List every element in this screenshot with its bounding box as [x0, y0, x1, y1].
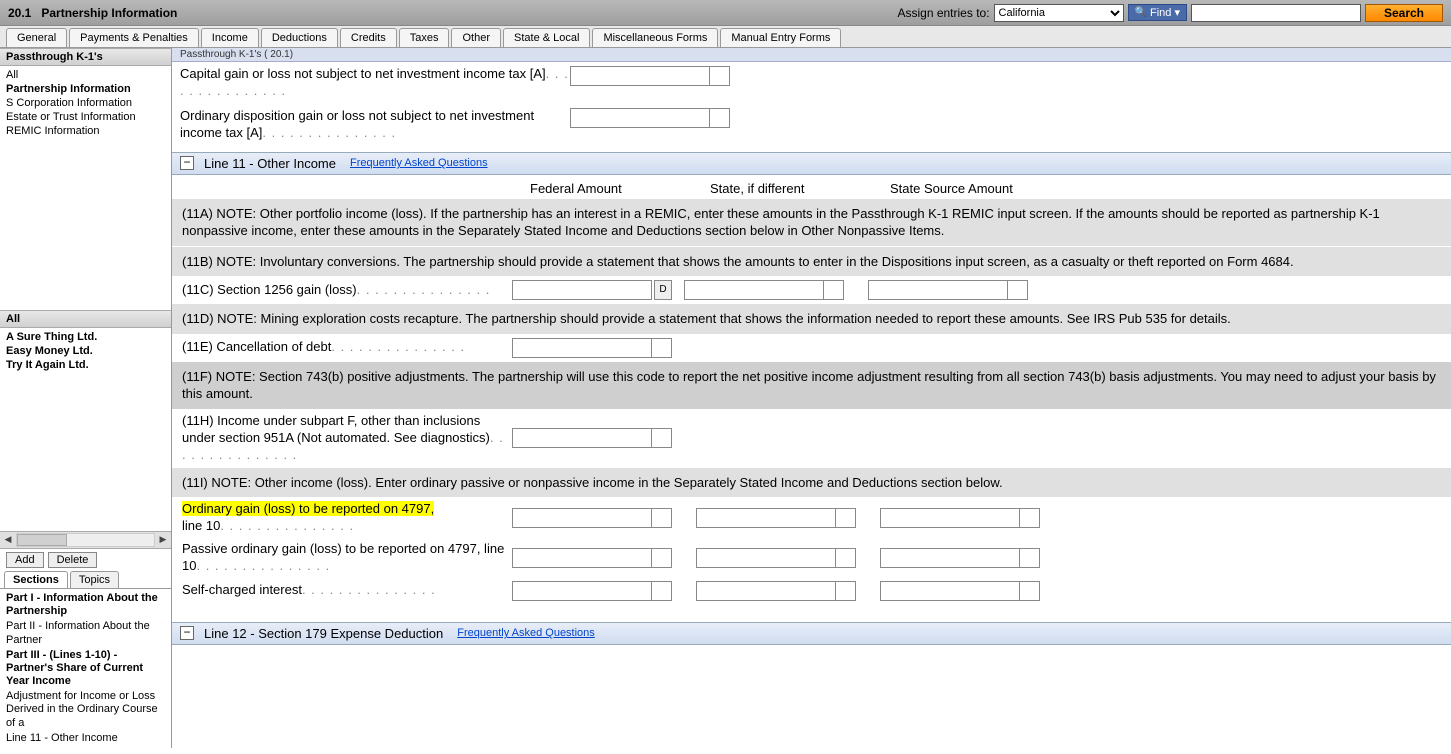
scrollbar-thumb[interactable]: [17, 534, 67, 546]
sec-part3[interactable]: Part III - (Lines 1-10) - Partner's Shar…: [4, 648, 167, 690]
mtab-sections[interactable]: Sections: [4, 571, 68, 588]
col-state-source: State Source Amount: [890, 181, 1070, 196]
sidebar-k1-list: All Partnership Information S Corporatio…: [0, 66, 171, 140]
highlighted-label: Ordinary gain (loss) to be reported on 4…: [182, 501, 434, 516]
sidebar-entities-list: A Sure Thing Ltd. Easy Money Ltd. Try It…: [0, 328, 171, 374]
column-headers: Federal Amount State, if different State…: [172, 175, 1451, 198]
chevron-left-icon[interactable]: ◀: [0, 534, 16, 545]
note-11b: (11B) NOTE: Involuntary conversions. The…: [172, 247, 1451, 277]
section-line12-header: − Line 12 - Section 179 Expense Deductio…: [172, 622, 1451, 645]
sidebar-item-partnership[interactable]: Partnership Information: [0, 82, 171, 96]
col-state-diff: State, if different: [710, 181, 890, 196]
note-11a: (11A) NOTE: Other portfolio income (loss…: [172, 199, 1451, 246]
sidebar-entity[interactable]: A Sure Thing Ltd.: [0, 330, 171, 344]
chevron-right-icon[interactable]: ▶: [155, 534, 171, 545]
tab-credits[interactable]: Credits: [340, 28, 397, 47]
search-input[interactable]: [1191, 4, 1361, 22]
find-button[interactable]: 🔍 Find ▾: [1128, 4, 1187, 21]
input-11e-fed[interactable]: [512, 338, 652, 358]
mtab-topics[interactable]: Topics: [70, 571, 119, 588]
input-ordgain-state[interactable]: [696, 508, 836, 528]
collapse-icon[interactable]: −: [180, 626, 194, 640]
input-passive-fed[interactable]: [512, 548, 652, 568]
input-ord-disp-aux[interactable]: [710, 108, 730, 128]
detail-button-icon[interactable]: D: [654, 280, 672, 300]
tab-income[interactable]: Income: [201, 28, 259, 47]
input-cap-gain-aux[interactable]: [710, 66, 730, 86]
note-11d: (11D) NOTE: Mining exploration costs rec…: [172, 304, 1451, 334]
input-selfcharged-state[interactable]: [696, 581, 836, 601]
delete-button[interactable]: Delete: [48, 552, 98, 568]
tab-manual-entry[interactable]: Manual Entry Forms: [720, 28, 841, 47]
section-line11-header: − Line 11 - Other Income Frequently Aske…: [172, 152, 1451, 175]
row-11h: (11H) Income under subpart F, other than…: [172, 410, 1451, 467]
add-button[interactable]: Add: [6, 552, 44, 568]
sidebar-header-k1: Passthrough K-1's: [0, 48, 171, 66]
assign-label: Assign entries to:: [897, 6, 989, 20]
search-icon: 🔍: [1135, 7, 1147, 18]
row-ord-disp: Ordinary disposition gain or loss not su…: [172, 104, 1451, 146]
screen-code: 20.1: [8, 6, 31, 20]
input-ordgain-fed[interactable]: [512, 508, 652, 528]
col-federal: Federal Amount: [530, 181, 710, 196]
row-self-charged: Self-charged interest: [172, 578, 1451, 604]
sidebar-scroll[interactable]: ◀ ▶: [0, 531, 171, 549]
sidebar-item-estate-trust[interactable]: Estate or Trust Information: [0, 110, 171, 124]
sec-part2[interactable]: Part II - Information About the Partner: [4, 619, 167, 647]
input-passive-source[interactable]: [880, 548, 1020, 568]
row-11e: (11E) Cancellation of debt: [172, 335, 1451, 361]
sec-adjustment[interactable]: Adjustment for Income or Loss Derived in…: [4, 689, 167, 731]
input-passive-state[interactable]: [696, 548, 836, 568]
row-11c: (11C) Section 1256 gain (loss) D: [172, 277, 1451, 303]
note-11f: (11F) NOTE: Section 743(b) positive adju…: [172, 362, 1451, 409]
title-bar: 20.1 Partnership Information Assign entr…: [0, 0, 1451, 26]
section-title: Line 11 - Other Income: [204, 156, 336, 171]
tab-state-local[interactable]: State & Local: [503, 28, 590, 47]
tab-deductions[interactable]: Deductions: [261, 28, 338, 47]
sec-line11[interactable]: Line 11 - Other Income: [4, 731, 167, 746]
sidebar-entity[interactable]: Easy Money Ltd.: [0, 344, 171, 358]
input-11h-fed[interactable]: [512, 428, 652, 448]
section-title: Line 12 - Section 179 Expense Deduction: [204, 626, 443, 641]
row-passive-ord-gain: Passive ordinary gain (loss) to be repor…: [172, 538, 1451, 578]
sidebar-item-scorp[interactable]: S Corporation Information: [0, 96, 171, 110]
tab-general[interactable]: General: [6, 28, 67, 47]
tab-other[interactable]: Other: [451, 28, 501, 47]
sidebar-mini-tabs: Sections Topics: [0, 571, 171, 589]
tab-misc-forms[interactable]: Miscellaneous Forms: [592, 28, 718, 47]
sidebar-entity[interactable]: Try It Again Ltd.: [0, 358, 171, 372]
collapse-icon[interactable]: −: [180, 156, 194, 170]
sidebar-item-all[interactable]: All: [0, 68, 171, 82]
row-cap-gain: Capital gain or loss not subject to net …: [172, 62, 1451, 104]
sec-part1[interactable]: Part I - Information About the Partnersh…: [4, 591, 167, 619]
faq-link[interactable]: Frequently Asked Questions: [457, 627, 595, 639]
assign-select[interactable]: California: [994, 4, 1124, 22]
sections-list: Part I - Information About the Partnersh…: [0, 589, 171, 748]
input-11c-fed[interactable]: [512, 280, 652, 300]
screen-title: Partnership Information: [41, 6, 177, 20]
input-cap-gain[interactable]: [570, 66, 710, 86]
faq-link[interactable]: Frequently Asked Questions: [350, 157, 488, 169]
row-ord-gain-4797: Ordinary gain (loss) to be reported on 4…: [172, 498, 1451, 538]
sidebar-header-all: All: [0, 310, 171, 328]
tab-taxes[interactable]: Taxes: [399, 28, 450, 47]
input-11c-source[interactable]: [868, 280, 1008, 300]
tab-payments[interactable]: Payments & Penalties: [69, 28, 199, 47]
note-11i: (11I) NOTE: Other income (loss). Enter o…: [172, 468, 1451, 498]
sidebar: Passthrough K-1's All Partnership Inform…: [0, 48, 172, 748]
main-content: Passthrough K-1's ( 20.1) Capital gain o…: [172, 48, 1451, 748]
input-selfcharged-fed[interactable]: [512, 581, 652, 601]
search-button[interactable]: Search: [1365, 4, 1443, 22]
input-11c-state[interactable]: [684, 280, 824, 300]
input-ordgain-source[interactable]: [880, 508, 1020, 528]
sidebar-item-remic[interactable]: REMIC Information: [0, 124, 171, 138]
input-selfcharged-source[interactable]: [880, 581, 1020, 601]
input-ord-disp[interactable]: [570, 108, 710, 128]
breadcrumb: Passthrough K-1's ( 20.1): [172, 48, 1451, 62]
main-tabs: General Payments & Penalties Income Dedu…: [0, 26, 1451, 48]
